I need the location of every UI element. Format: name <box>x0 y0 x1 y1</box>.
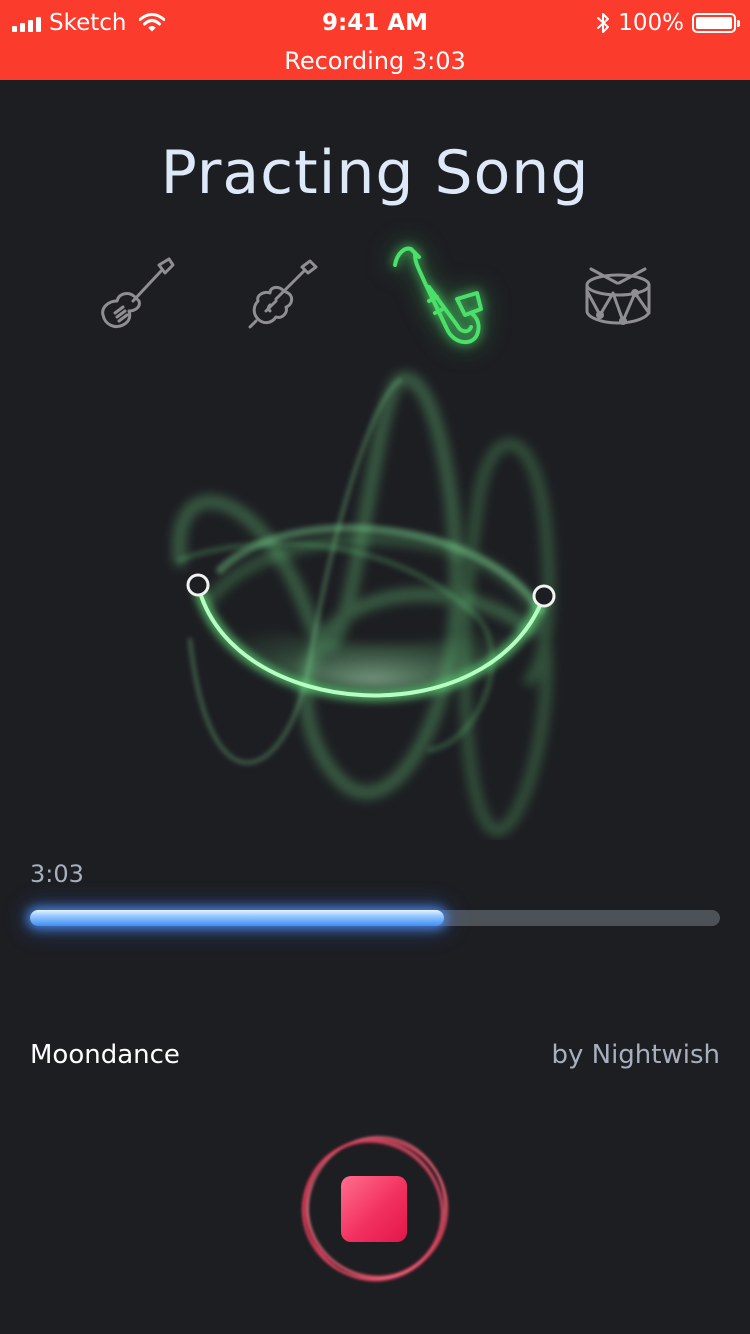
progress-fill <box>30 910 444 926</box>
instrument-drum[interactable] <box>568 245 668 345</box>
stop-button[interactable] <box>298 1132 452 1286</box>
audio-visualizer <box>172 371 556 837</box>
saxophone-icon <box>393 246 483 344</box>
drum-icon <box>585 267 651 325</box>
instrument-guitar[interactable] <box>85 245 185 345</box>
battery-icon <box>692 13 740 33</box>
status-bar: Sketch 9:41 AM 100% Recording 3:03 <box>0 0 750 80</box>
stop-icon <box>341 1176 407 1242</box>
battery-percent: 100% <box>618 10 684 36</box>
elapsed-time: 3:03 <box>30 860 84 888</box>
electric-guitar-icon <box>101 257 175 329</box>
status-right: 100% <box>596 8 740 38</box>
recording-banner[interactable]: Recording 3:03 <box>0 44 750 78</box>
progress-bar[interactable] <box>30 910 720 926</box>
song-artist: by Nightwish <box>551 1040 720 1070</box>
violin-icon <box>248 259 318 329</box>
song-title: Moondance <box>30 1040 180 1070</box>
instrument-saxophone[interactable] <box>385 240 485 355</box>
page-title: Practing Song <box>160 138 590 208</box>
bluetooth-icon <box>597 13 610 33</box>
instrument-violin[interactable] <box>230 245 330 345</box>
